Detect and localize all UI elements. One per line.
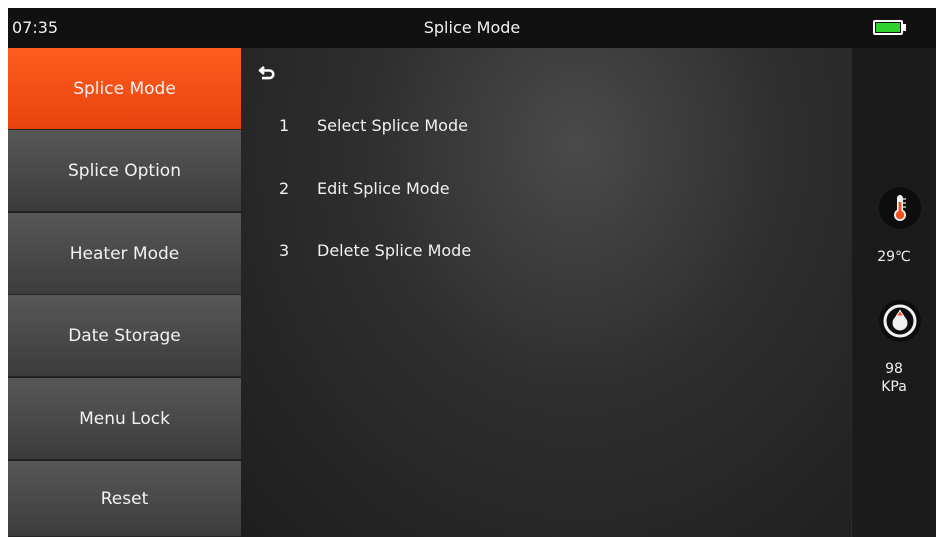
page-title: Splice Mode xyxy=(423,18,521,37)
status-bar: 07:35 Splice Mode xyxy=(8,8,936,48)
sidebar-item-heater-mode[interactable]: Heater Mode xyxy=(8,213,241,295)
menu-item-delete-splice-mode[interactable]: 3 Delete Splice Mode xyxy=(279,235,471,265)
sidebar-item-splice-mode[interactable]: Splice Mode xyxy=(8,48,241,130)
sidebar-item-label: Heater Mode xyxy=(69,243,180,264)
sidebar-item-splice-option[interactable]: Splice Option xyxy=(8,130,241,212)
thermometer-icon xyxy=(878,186,922,230)
sidebar-item-reset[interactable]: Reset xyxy=(8,461,241,537)
sidebar: Splice Mode Splice Option Heater Mode Da… xyxy=(8,48,241,537)
temperature-value: 29℃ xyxy=(877,249,911,265)
sidebar-item-date-storage[interactable]: Date Storage xyxy=(8,295,241,377)
battery-tip xyxy=(903,24,906,31)
pressure-value: 98 xyxy=(885,361,903,377)
sidebar-item-label: Splice Option xyxy=(68,160,181,181)
menu-item-label: Delete Splice Mode xyxy=(317,240,472,260)
battery-level xyxy=(876,23,900,32)
menu-item-label: Select Splice Mode xyxy=(317,115,468,135)
device-screen: 07:35 Splice Mode Splice Mode Splice Opt… xyxy=(8,8,936,537)
sidebar-item-label: Menu Lock xyxy=(79,408,170,429)
menu-item-label: Edit Splice Mode xyxy=(317,178,450,198)
sidebar-item-label: Date Storage xyxy=(68,325,181,346)
sensor-panel: 29℃ 98 KPa xyxy=(851,48,936,537)
menu-item-edit-splice-mode[interactable]: 2 Edit Splice Mode xyxy=(279,173,450,203)
sidebar-item-label: Reset xyxy=(100,488,149,509)
main-panel: 1 Select Splice Mode 2 Edit Splice Mode … xyxy=(241,48,851,537)
menu-item-select-splice-mode[interactable]: 1 Select Splice Mode xyxy=(279,110,468,140)
menu-item-number: 2 xyxy=(279,178,290,198)
menu-item-number: 1 xyxy=(279,115,290,135)
pressure-unit: KPa xyxy=(881,379,907,395)
sidebar-item-label: Splice Mode xyxy=(73,78,176,99)
back-arrow-icon[interactable] xyxy=(258,63,278,83)
pressure-gauge-icon xyxy=(878,299,922,343)
battery-full-icon xyxy=(873,20,903,35)
sidebar-item-menu-lock[interactable]: Menu Lock xyxy=(8,378,241,460)
menu-item-number: 3 xyxy=(279,240,290,260)
